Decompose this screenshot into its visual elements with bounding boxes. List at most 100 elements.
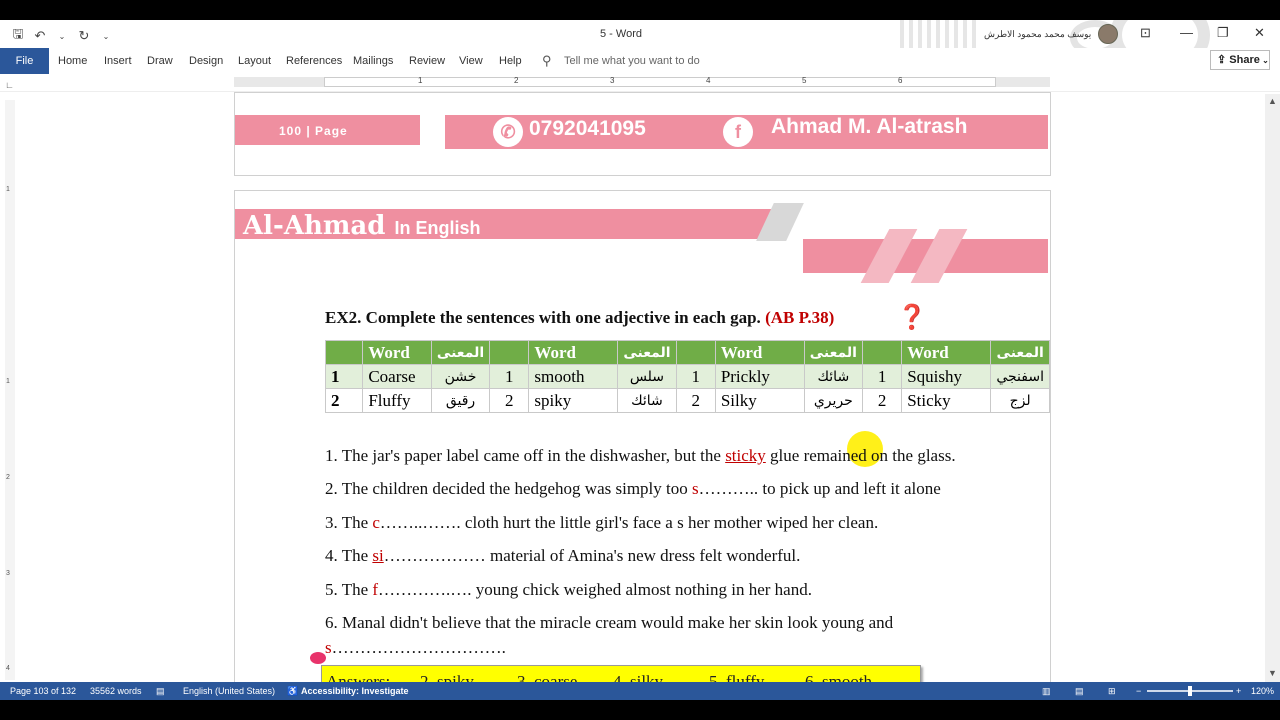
tell-me-search[interactable]: Tell me what you want to do [564, 55, 700, 67]
sentence-2: 2. The children decided the hedgehog was… [325, 479, 941, 499]
document-page[interactable]: Al-Ahmad In English EX2. Complete the se… [234, 190, 1051, 700]
tab-help[interactable]: Help [499, 55, 522, 67]
title-bar: 🖫 ↶ ⌄ ↻ ⌄ 5 - Word يوسف محمد محمود الاطر… [0, 20, 1280, 75]
tab-home[interactable]: Home [58, 55, 87, 67]
sentence-4: 4. The si……………… material of Amina's new … [325, 546, 800, 566]
page-number-label: 100 | Page [279, 124, 348, 138]
tab-insert[interactable]: Insert [104, 55, 132, 67]
hint-letter: c [372, 513, 380, 532]
tab-design[interactable]: Design [189, 55, 223, 67]
scroll-down-icon[interactable]: ▼ [1268, 668, 1277, 678]
vocabulary-table: Word المعنى Word المعنى Word المعنى Word… [324, 340, 1050, 413]
accessibility-icon[interactable]: ♿ [287, 686, 298, 697]
zoom-in-icon[interactable]: + [1236, 686, 1241, 696]
table-cell: spiky [528, 388, 619, 413]
document-title: 5 - Word [600, 28, 642, 40]
sentence-text: 3. The [325, 513, 373, 532]
tab-mailings[interactable]: Mailings [353, 55, 393, 67]
page-header-banner: 100 | Page ✆ 0792041095 f Ahmad M. Al-at… [235, 105, 1052, 150]
web-layout-icon[interactable]: ⊞ [1108, 686, 1116, 697]
table-cell: 1 [675, 364, 716, 389]
page-count[interactable]: Page 103 of 132 [10, 686, 76, 696]
document-page-previous[interactable]: 100 | Page ✆ 0792041095 f Ahmad M. Al-at… [234, 92, 1051, 176]
table-cell: خشن [430, 364, 491, 389]
word-count[interactable]: 35562 words [90, 686, 142, 696]
table-header-cell [489, 340, 530, 365]
hint-letter: s [692, 479, 699, 498]
user-name[interactable]: يوسف محمد محمود الاطرش [984, 29, 1091, 40]
answer-word: sticky [725, 446, 766, 465]
tab-review[interactable]: Review [409, 55, 445, 67]
save-icon[interactable]: 🖫 [10, 25, 26, 47]
lightbulb-icon[interactable]: ⚲ [542, 53, 552, 69]
tab-selector-icon[interactable]: ∟ [5, 80, 14, 90]
tab-references[interactable]: References [286, 55, 342, 67]
ruler-number: 3 [610, 76, 615, 85]
tab-file[interactable]: File [0, 48, 49, 74]
table-cell: 2 [675, 388, 716, 413]
table-header-row: Word المعنى Word المعنى Word المعنى Word… [324, 340, 1050, 365]
language-status[interactable]: English (United States) [183, 686, 275, 696]
table-header-cell [675, 340, 716, 365]
restore-icon[interactable]: ❐ [1217, 25, 1229, 41]
table-cell: 1 [861, 364, 903, 389]
table-cell: Silky [714, 388, 805, 413]
horizontal-ruler[interactable]: 1 2 3 4 5 6 [234, 76, 1050, 87]
read-mode-icon[interactable]: ▥ [1042, 686, 1051, 697]
vruler-number: 1 [6, 378, 10, 385]
redo-icon[interactable]: ↻ [76, 28, 92, 44]
question-mark-icon: ❓ [897, 304, 927, 331]
vertical-ruler[interactable]: 1 1 2 3 4 [5, 100, 15, 680]
print-layout-icon[interactable]: ▤ [1075, 686, 1084, 697]
author-name: Ahmad M. Al-atrash [771, 115, 968, 138]
scroll-up-icon[interactable]: ▲ [1268, 96, 1277, 106]
close-icon[interactable]: ✕ [1254, 25, 1265, 41]
accessibility-status[interactable]: Accessibility: Investigate [301, 686, 409, 696]
ruler-number: 5 [802, 76, 807, 85]
sentence-text: 5. The [325, 580, 373, 599]
sentence-text: 2. The children decided the hedgehog was… [325, 479, 692, 498]
table-header-cell: المعنى [803, 340, 863, 365]
tab-view[interactable]: View [459, 55, 483, 67]
zoom-slider-handle[interactable] [1188, 686, 1192, 696]
table-cell: 2 [324, 388, 364, 413]
exercise-instruction: EX2. Complete the sentences with one adj… [325, 308, 761, 327]
table-cell: 2 [861, 388, 903, 413]
sentence-1: 1. The jar's paper label came off in the… [325, 446, 956, 466]
header-banner: Al-Ahmad In English [235, 203, 1052, 283]
sentence-6: 6. Manal didn't believe that the miracle… [325, 613, 893, 633]
tab-draw[interactable]: Draw [147, 55, 173, 67]
table-cell: 2 [489, 388, 530, 413]
avatar[interactable] [1098, 24, 1118, 44]
sentence-text: 6. Manal didn't believe that the miracle… [325, 613, 894, 632]
chevron-down-icon: ⌄ [1259, 56, 1269, 65]
vertical-scrollbar[interactable] [1265, 94, 1280, 684]
undo-icon[interactable]: ↶ [32, 28, 48, 44]
minimize-icon[interactable]: — [1180, 25, 1193, 40]
sentence-text: glue remained on the glass. [765, 446, 956, 465]
table-cell: شائك [617, 388, 677, 413]
zoom-out-icon[interactable]: − [1136, 686, 1141, 696]
hint-letter: si [372, 546, 384, 565]
ruler-row: ∟ 1 2 3 4 5 6 [0, 74, 1280, 92]
zoom-level[interactable]: 120% [1251, 686, 1274, 696]
table-row: 2 Fluffy رقيق 2 spiky شائك 2 Silky حريري… [324, 388, 1050, 413]
table-cell: رقيق [430, 388, 491, 413]
vruler-number: 1 [6, 186, 10, 193]
table-cell: اسفنجي [990, 364, 1050, 389]
screen-border [0, 700, 1280, 720]
tab-layout[interactable]: Layout [238, 55, 271, 67]
undo-dropdown-icon[interactable]: ⌄ [54, 32, 70, 41]
table-header-cell: Word [901, 340, 992, 365]
table-cell: سلس [617, 364, 677, 389]
table-cell: حريري [803, 388, 863, 413]
share-button[interactable]: ⇪ Share ⌄ [1210, 50, 1270, 70]
table-header-cell [861, 340, 903, 365]
sentence-text: 4. The [325, 546, 373, 565]
proofing-icon[interactable]: ▤ [156, 686, 165, 697]
vruler-number: 4 [6, 665, 10, 672]
table-cell: شائك [803, 364, 863, 389]
ribbon-display-icon[interactable]: ⊡ [1140, 25, 1151, 41]
table-header-cell: Word [362, 340, 432, 365]
customize-qat-icon[interactable]: ⌄ [98, 32, 114, 41]
